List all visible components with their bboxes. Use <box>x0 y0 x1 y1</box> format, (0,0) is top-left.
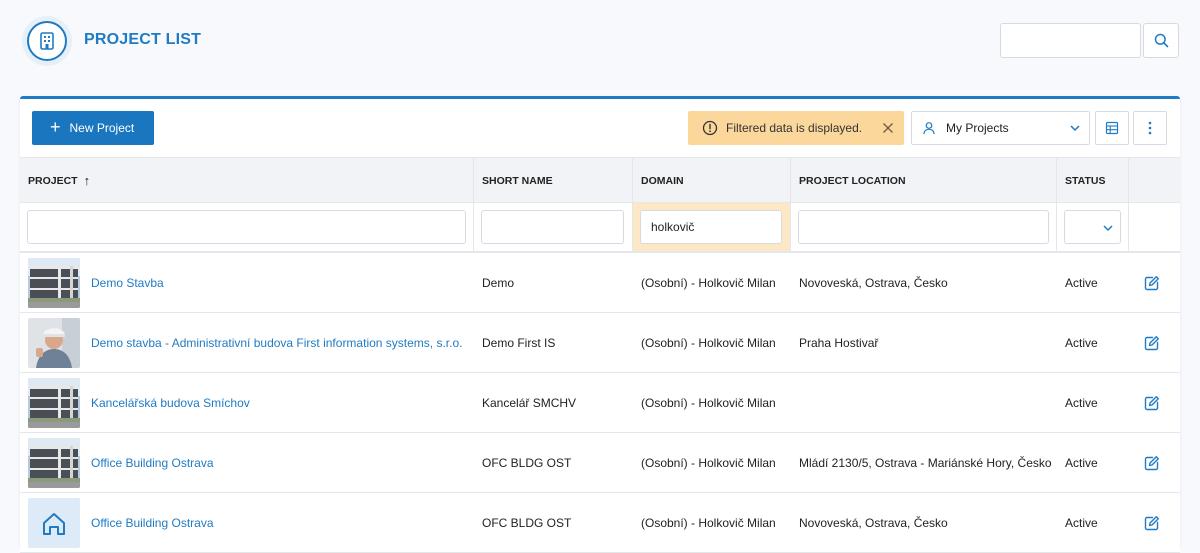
edit-icon <box>1144 276 1159 291</box>
toolbar: + New Project Filtered data is displayed… <box>20 99 1180 157</box>
project-name-link[interactable]: Demo stavba - Administrativní budova Fir… <box>91 313 462 372</box>
domain-cell: (Osobní) - Holkovič Milan <box>641 515 776 530</box>
project-cell: Demo Stavba <box>20 253 474 312</box>
short-name-filter-input[interactable] <box>481 210 624 244</box>
edit-project-button[interactable] <box>1142 273 1162 293</box>
domain-cell: (Osobní) - Holkovič Milan <box>641 275 776 290</box>
edit-icon <box>1144 456 1159 471</box>
location-cell: Novoveská, Ostrava, Česko <box>799 515 948 530</box>
table-row[interactable]: Office Building Ostrava OFC BLDG OST (Os… <box>20 493 1180 553</box>
project-list-logo <box>22 16 72 66</box>
status-cell: Active <box>1065 455 1098 470</box>
column-header-location[interactable]: PROJECT LOCATION <box>791 158 1057 203</box>
project-thumbnail <box>28 378 80 428</box>
location-cell <box>791 373 1057 432</box>
chevron-down-icon <box>1103 225 1113 232</box>
short-name-cell: Demo <box>482 275 515 290</box>
location-cell: Mládí 2130/5, Ostrava - Mariánské Hory, … <box>799 455 1052 470</box>
info-circle-icon <box>702 120 718 136</box>
search-input[interactable] <box>1000 23 1141 58</box>
location-cell: Praha Hostivař <box>799 335 879 350</box>
project-cell: Office Building Ostrava <box>20 493 474 552</box>
page-title: PROJECT LIST <box>84 31 202 48</box>
new-project-button[interactable]: + New Project <box>32 111 154 145</box>
domain-cell: (Osobní) - Holkovič Milan <box>641 395 776 410</box>
location-cell: Novoveská, Ostrava, Česko <box>799 275 948 290</box>
domain-cell: (Osobní) - Holkovič Milan <box>641 455 776 470</box>
status-cell: Active <box>1065 335 1098 350</box>
more-vertical-icon <box>1148 121 1152 135</box>
project-name-link[interactable]: Kancelářská budova Smíchov <box>91 373 250 432</box>
table-icon <box>1105 121 1119 135</box>
filter-row <box>20 203 1180 253</box>
table-header: PROJECT ↑ SHORT NAME DOMAIN PROJECT LOCA… <box>20 157 1180 203</box>
person-photo <box>28 318 80 368</box>
edit-project-button[interactable] <box>1142 453 1162 473</box>
table-row[interactable]: Office Building Ostrava OFC BLDG OST (Os… <box>20 433 1180 493</box>
table-row[interactable]: Demo Stavba Demo (Osobní) - Holkovič Mil… <box>20 253 1180 313</box>
project-thumbnail <box>28 258 80 308</box>
search-button[interactable] <box>1143 23 1179 58</box>
short-name-cell: OFC BLDG OST <box>482 515 572 530</box>
user-icon <box>923 122 935 135</box>
domain-filter-input[interactable] <box>640 210 782 244</box>
filter-notice-text: Filtered data is displayed. <box>726 121 863 135</box>
project-name-link[interactable]: Demo Stavba <box>91 253 164 312</box>
edit-icon <box>1144 516 1159 531</box>
status-cell: Active <box>1065 515 1098 530</box>
search-icon <box>1154 33 1168 48</box>
more-options-button[interactable] <box>1133 111 1167 145</box>
edit-icon <box>1144 396 1159 411</box>
status-cell: Active <box>1065 275 1098 290</box>
column-header-domain[interactable]: DOMAIN <box>633 158 791 203</box>
filter-notice: Filtered data is displayed. <box>688 111 904 145</box>
column-header-short-name[interactable]: SHORT NAME <box>474 158 633 203</box>
short-name-cell: Demo First IS <box>482 335 556 350</box>
status-cell: Active <box>1065 395 1098 410</box>
new-project-label: New Project <box>69 121 135 135</box>
building-icon <box>40 32 54 50</box>
project-thumbnail <box>28 318 80 368</box>
view-select[interactable]: My Projects <box>911 111 1090 145</box>
page-header: PROJECT LIST <box>0 0 1200 96</box>
view-select-value: My Projects <box>946 121 1009 135</box>
project-cell: Kancelářská budova Smíchov <box>20 373 474 432</box>
chevron-down-icon <box>1070 125 1080 132</box>
project-cell: Office Building Ostrava <box>20 433 474 492</box>
plus-icon: + <box>50 117 61 137</box>
building-photo <box>28 438 80 488</box>
status-filter-select[interactable] <box>1064 210 1121 244</box>
building-photo <box>28 378 80 428</box>
edit-project-button[interactable] <box>1142 333 1162 353</box>
project-filter-input[interactable] <box>27 210 466 244</box>
close-icon[interactable] <box>882 122 894 134</box>
sort-asc-icon: ↑ <box>83 173 91 188</box>
project-list-panel: + New Project Filtered data is displayed… <box>20 96 1180 553</box>
short-name-cell: Kancelář SMCHV <box>482 395 577 410</box>
project-name-link[interactable]: Office Building Ostrava <box>91 433 214 492</box>
domain-cell: (Osobní) - Holkovič Milan <box>641 335 776 350</box>
column-settings-button[interactable] <box>1095 111 1129 145</box>
edit-project-button[interactable] <box>1142 393 1162 413</box>
project-thumbnail <box>28 438 80 488</box>
column-header-actions <box>1129 158 1180 203</box>
building-photo <box>28 258 80 308</box>
column-header-status[interactable]: STATUS <box>1057 158 1129 203</box>
home-icon <box>28 498 80 548</box>
location-filter-input[interactable] <box>798 210 1049 244</box>
column-header-project[interactable]: PROJECT ↑ <box>20 158 474 203</box>
project-cell: Demo stavba - Administrativní budova Fir… <box>20 313 474 372</box>
project-name-link[interactable]: Office Building Ostrava <box>91 493 214 552</box>
table-row[interactable]: Demo stavba - Administrativní budova Fir… <box>20 313 1180 373</box>
edit-project-button[interactable] <box>1142 513 1162 533</box>
table-row[interactable]: Kancelářská budova Smíchov Kancelář SMCH… <box>20 373 1180 433</box>
edit-icon <box>1144 336 1159 351</box>
project-thumbnail <box>28 498 80 548</box>
short-name-cell: OFC BLDG OST <box>482 455 572 470</box>
